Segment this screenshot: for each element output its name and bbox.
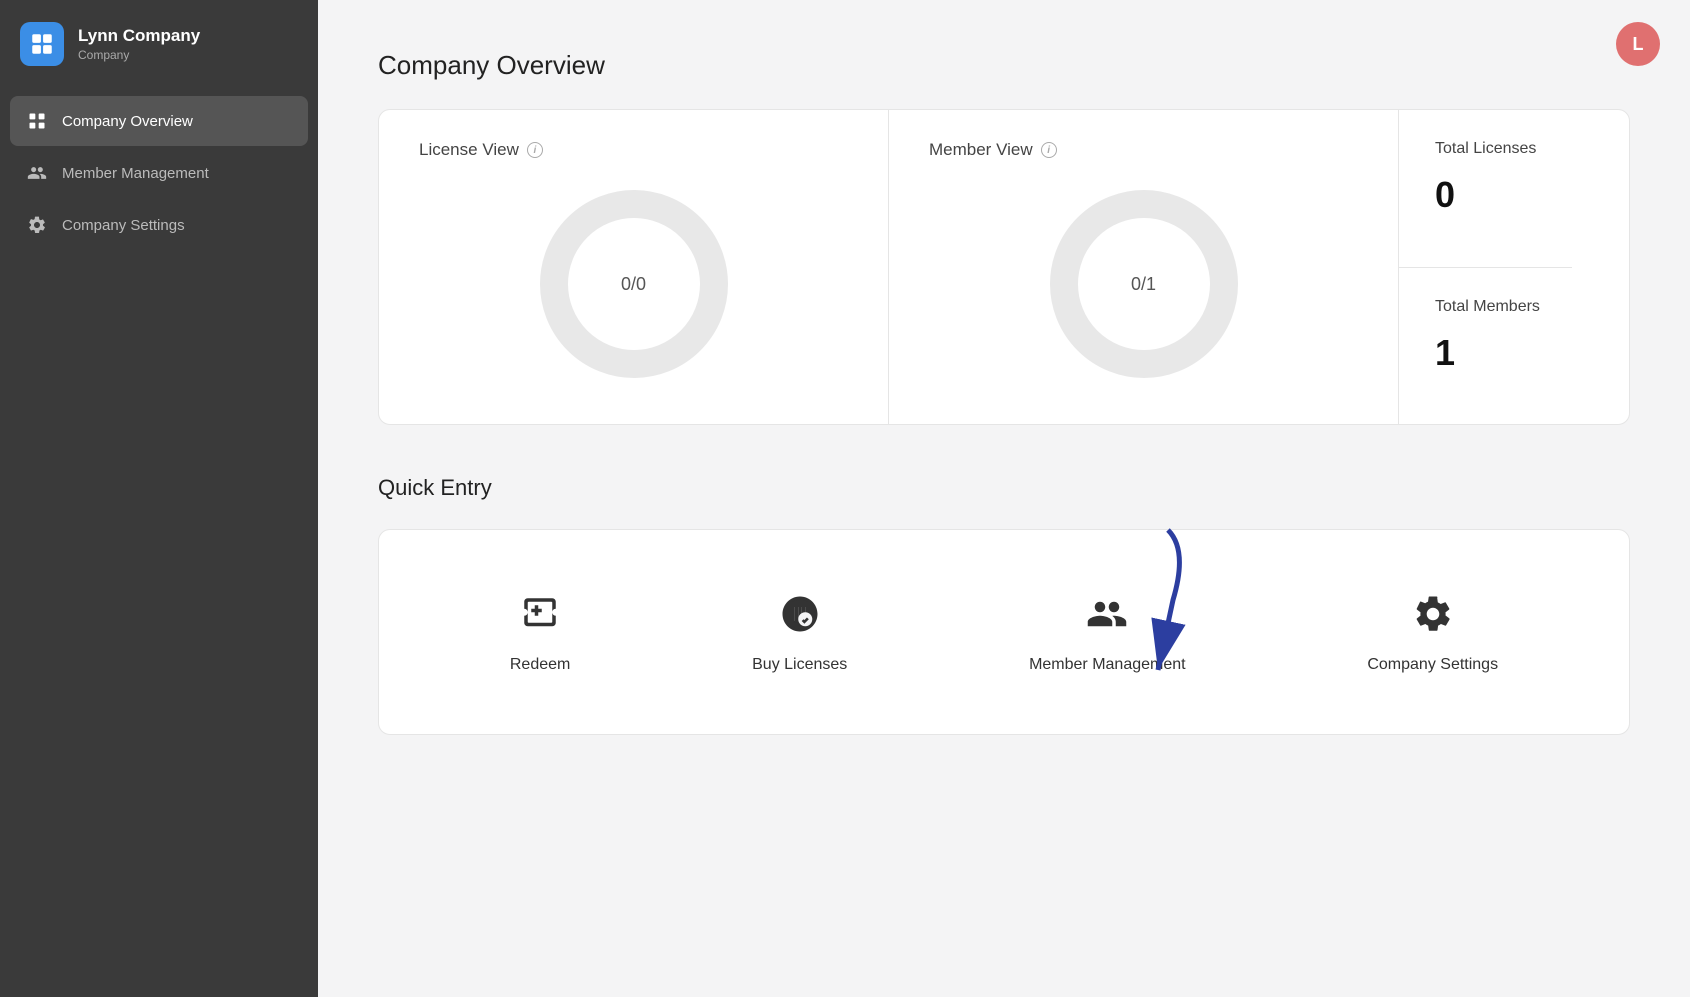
company-settings-icon xyxy=(1409,590,1457,638)
page-title: Company Overview xyxy=(378,50,1630,81)
member-donut: 0/1 xyxy=(1044,184,1244,384)
sidebar-item-label: Member Management xyxy=(62,165,209,182)
total-members-block: Total Members 1 xyxy=(1399,268,1576,425)
sidebar: Lynn Company Company Company Overview xyxy=(0,0,318,997)
buy-licenses-label: Buy Licenses xyxy=(752,656,847,674)
member-view-title: Member View i xyxy=(929,140,1057,160)
stats-card: Total Licenses 0 Total Members 1 xyxy=(1399,110,1629,424)
company-info: Lynn Company Company xyxy=(78,26,200,62)
redeem-label: Redeem xyxy=(510,656,570,674)
license-view-chart: 0/0 xyxy=(419,184,848,384)
sidebar-item-label: Company Overview xyxy=(62,113,193,130)
member-management-label: Member Management xyxy=(1029,656,1186,674)
sidebar-item-company-settings[interactable]: Company Settings xyxy=(10,200,308,250)
sidebar-item-member-management[interactable]: Member Management xyxy=(10,148,308,198)
member-view-card: Member View i 0/1 xyxy=(889,110,1399,424)
quick-entry-title: Quick Entry xyxy=(378,475,1630,501)
license-view-title: License View i xyxy=(419,140,543,160)
total-members-value: 1 xyxy=(1435,332,1540,374)
quick-entry-redeem[interactable]: Redeem xyxy=(480,580,600,684)
license-donut-label: 0/0 xyxy=(621,274,646,295)
license-donut: 0/0 xyxy=(534,184,734,384)
settings-icon xyxy=(26,214,48,236)
quick-entry-buy-licenses[interactable]: Buy Licenses xyxy=(722,580,877,684)
member-view-info-icon[interactable]: i xyxy=(1041,142,1057,158)
quick-entry-card: Redeem Buy Licenses xyxy=(378,529,1630,735)
total-licenses-block: Total Licenses 0 xyxy=(1399,110,1572,268)
main-content: L Company Overview License View i 0/0 M xyxy=(318,0,1690,997)
quick-entry-company-settings[interactable]: Company Settings xyxy=(1337,580,1528,684)
avatar[interactable]: L xyxy=(1616,22,1660,66)
company-settings-label: Company Settings xyxy=(1367,656,1498,674)
buy-licenses-icon xyxy=(776,590,824,638)
overview-icon xyxy=(26,110,48,132)
company-name: Lynn Company xyxy=(78,26,200,46)
sidebar-item-label: Company Settings xyxy=(62,217,185,234)
sidebar-nav: Company Overview Member Management Compa… xyxy=(0,88,318,258)
total-licenses-label: Total Licenses xyxy=(1435,140,1536,158)
sidebar-header: Lynn Company Company xyxy=(0,0,318,88)
company-sub: Company xyxy=(78,48,200,62)
license-view-card: License View i 0/0 xyxy=(379,110,889,424)
total-members-label: Total Members xyxy=(1435,298,1540,316)
member-donut-label: 0/1 xyxy=(1131,274,1156,295)
redeem-icon xyxy=(516,590,564,638)
sidebar-item-company-overview[interactable]: Company Overview xyxy=(10,96,308,146)
members-icon xyxy=(26,162,48,184)
overview-cards: License View i 0/0 Member View i xyxy=(378,109,1630,425)
app-logo xyxy=(20,22,64,66)
license-view-info-icon[interactable]: i xyxy=(527,142,543,158)
quick-entry-member-management[interactable]: Member Management xyxy=(999,580,1216,684)
member-management-icon xyxy=(1083,590,1131,638)
member-view-chart: 0/1 xyxy=(929,184,1358,384)
total-licenses-value: 0 xyxy=(1435,174,1536,216)
